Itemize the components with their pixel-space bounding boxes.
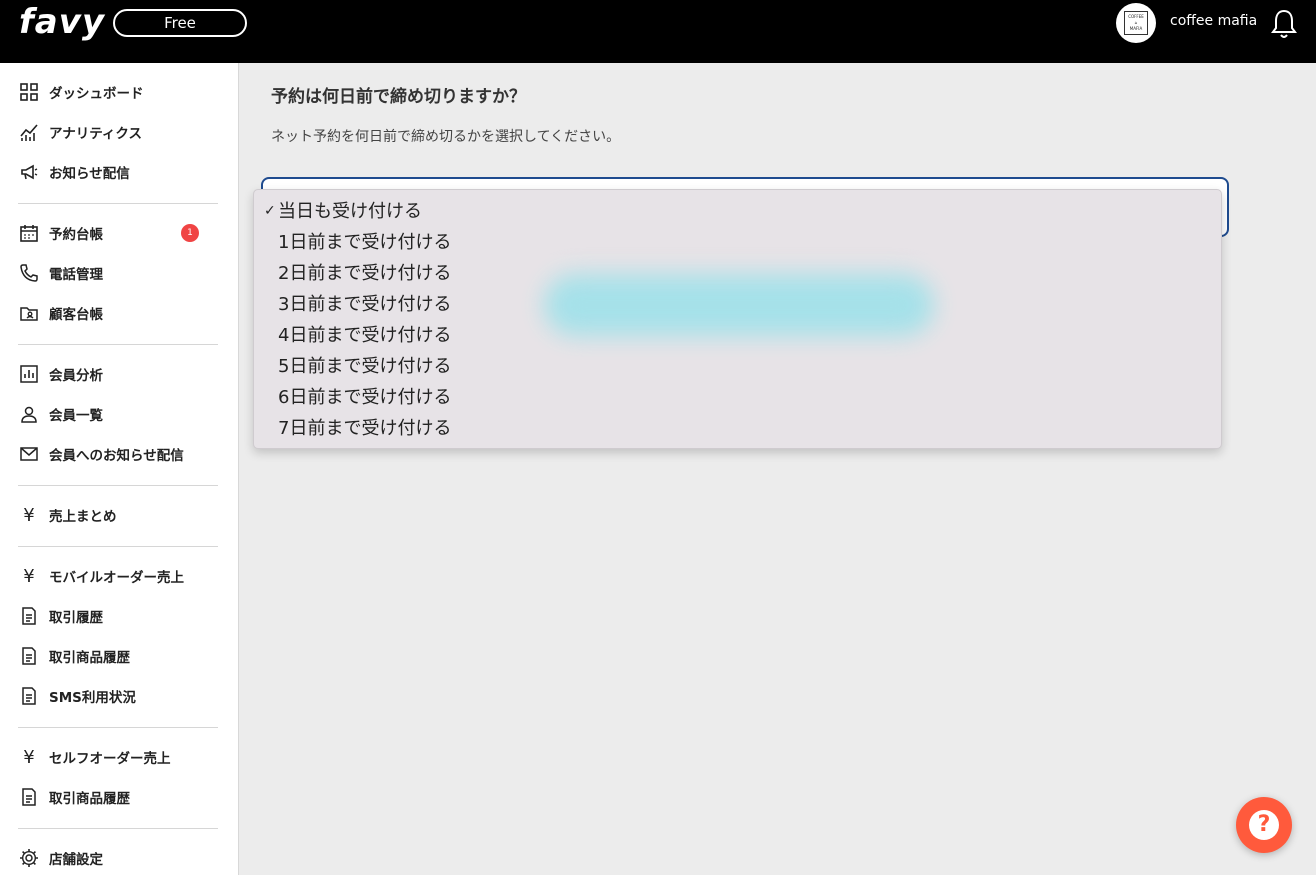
store-logo-icon: COFFEE ⌂ MAFIA xyxy=(1124,11,1148,35)
sidebar-item-label: セルフオーダー売上 xyxy=(49,751,171,767)
sidebar-item-label: お知らせ配信 xyxy=(49,166,130,182)
sidebar-item-label: 会員へのお知らせ配信 xyxy=(49,448,184,464)
phone-icon xyxy=(18,262,40,284)
yen-icon: ¥ xyxy=(23,504,35,526)
deadline-dropdown-menu: ✓ 当日も受け付ける 1日前まで受け付ける 2日前まで受け付ける 3日前まで受け… xyxy=(253,189,1222,449)
bell-icon[interactable] xyxy=(1270,8,1298,40)
sidebar-item-mobile-order-sales[interactable]: ¥ モバイルオーダー売上 xyxy=(18,561,228,591)
sidebar-item-member-list[interactable]: 会員一覧 xyxy=(18,399,228,429)
sidebar-item-transaction-history[interactable]: 取引履歴 xyxy=(18,601,228,631)
megaphone-icon xyxy=(18,161,40,183)
plan-badge[interactable]: Free xyxy=(113,9,247,37)
bar-chart-icon xyxy=(18,363,40,385)
dashboard-icon xyxy=(18,81,40,103)
sidebar-divider xyxy=(18,485,218,486)
sidebar-item-label: SMS利用状況 xyxy=(49,690,136,706)
gear-icon xyxy=(18,847,40,869)
sidebar-divider xyxy=(18,203,218,204)
sidebar: ダッシュボード アナリティクス お知らせ配信 予約台帳 1 電話管理 顧客台帳 xyxy=(0,63,239,875)
sidebar-item-analytics[interactable]: アナリティクス xyxy=(18,117,228,147)
help-button[interactable]: ? xyxy=(1236,797,1292,853)
sidebar-item-phone[interactable]: 電話管理 xyxy=(18,258,228,288)
sidebar-item-label: 取引履歴 xyxy=(49,610,103,626)
dropdown-option[interactable]: 5日前まで受け付ける xyxy=(278,351,1198,382)
dropdown-option[interactable]: 4日前まで受け付ける xyxy=(278,320,1198,351)
sidebar-divider xyxy=(18,546,218,547)
sidebar-item-customers[interactable]: 顧客台帳 xyxy=(18,298,228,328)
yen-icon: ¥ xyxy=(23,746,35,768)
contact-folder-icon xyxy=(18,302,40,324)
analytics-icon xyxy=(18,121,40,143)
sidebar-item-product-history[interactable]: 取引商品履歴 xyxy=(18,641,228,671)
check-icon: ✓ xyxy=(264,203,276,219)
user-icon xyxy=(18,403,40,425)
sidebar-item-sales-summary[interactable]: ¥ 売上まとめ xyxy=(18,500,228,530)
notification-badge: 1 xyxy=(181,224,199,242)
dropdown-option[interactable]: 当日も受け付ける xyxy=(278,196,1198,227)
sidebar-divider xyxy=(18,828,218,829)
sidebar-item-label: 取引商品履歴 xyxy=(49,650,130,666)
dropdown-option[interactable]: 7日前まで受け付ける xyxy=(278,413,1198,444)
sidebar-item-label: 会員分析 xyxy=(49,368,103,384)
sidebar-item-label: 店舗設定 xyxy=(49,852,103,868)
top-bar: favy Free COFFEE ⌂ MAFIA coffee mafia xyxy=(0,0,1316,63)
sidebar-item-label: 電話管理 xyxy=(49,267,103,283)
sidebar-item-store-settings[interactable]: 店舗設定 xyxy=(18,843,228,873)
sidebar-item-sms-usage[interactable]: SMS利用状況 xyxy=(18,681,228,711)
sidebar-item-self-order-sales[interactable]: ¥ セルフオーダー売上 xyxy=(18,742,228,772)
store-avatar[interactable]: COFFEE ⌂ MAFIA xyxy=(1116,3,1156,43)
sidebar-divider xyxy=(18,727,218,728)
sidebar-item-member-news[interactable]: 会員へのお知らせ配信 xyxy=(18,439,228,469)
document-icon xyxy=(18,605,40,627)
sidebar-item-label: 予約台帳 xyxy=(49,227,103,243)
dropdown-option[interactable]: 6日前まで受け付ける xyxy=(278,382,1198,413)
sidebar-item-label: 顧客台帳 xyxy=(49,307,103,323)
document-icon xyxy=(18,685,40,707)
sidebar-item-label: 取引商品履歴 xyxy=(49,791,130,807)
dropdown-option[interactable]: 3日前まで受け付ける xyxy=(278,289,1198,320)
favy-logo[interactable]: favy xyxy=(19,2,105,42)
sidebar-item-news[interactable]: お知らせ配信 xyxy=(18,157,228,187)
page-description: ネット予約を何日前で締め切るかを選択してください。 xyxy=(271,129,621,145)
calendar-icon xyxy=(18,222,40,244)
sidebar-item-label: アナリティクス xyxy=(49,126,143,142)
dropdown-option[interactable]: 2日前まで受け付ける xyxy=(278,258,1198,289)
sidebar-item-label: 売上まとめ xyxy=(49,509,117,525)
document-icon xyxy=(18,786,40,808)
document-icon xyxy=(18,645,40,667)
page-title: 予約は何日前で締め切りますか？ xyxy=(271,87,526,107)
sidebar-item-member-analysis[interactable]: 会員分析 xyxy=(18,359,228,389)
store-name[interactable]: coffee mafia xyxy=(1170,13,1257,29)
sidebar-item-label: ダッシュボード xyxy=(49,86,144,102)
mail-icon xyxy=(18,443,40,465)
sidebar-item-self-product-history[interactable]: 取引商品履歴 xyxy=(18,782,228,812)
question-icon: ? xyxy=(1249,810,1279,840)
sidebar-item-label: 会員一覧 xyxy=(49,408,103,424)
sidebar-item-dashboard[interactable]: ダッシュボード xyxy=(18,77,228,107)
yen-icon: ¥ xyxy=(23,565,35,587)
sidebar-divider xyxy=(18,344,218,345)
dropdown-option[interactable]: 1日前まで受け付ける xyxy=(278,227,1198,258)
sidebar-item-label: モバイルオーダー売上 xyxy=(49,570,184,586)
